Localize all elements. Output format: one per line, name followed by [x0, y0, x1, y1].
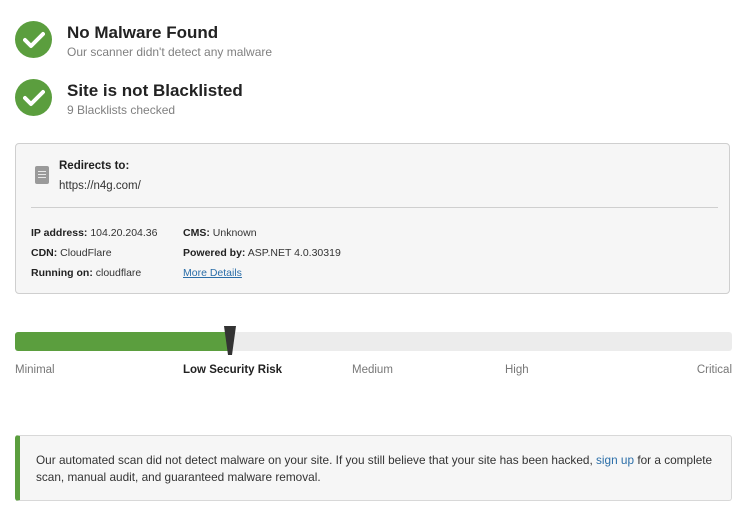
- site-info-panel: Redirects to: https://n4g.com/ IP addres…: [15, 143, 730, 294]
- sign-up-link[interactable]: sign up: [596, 453, 634, 467]
- cms-value: Unknown: [212, 227, 257, 239]
- cms-row: CMS: Unknown: [183, 226, 341, 246]
- malware-status: No Malware Found Our scanner didn't dete…: [15, 21, 272, 60]
- risk-label-low: Low Security Risk: [183, 364, 283, 376]
- info-column-left: IP address: 104.20.204.36 CDN: CloudFlar…: [31, 226, 158, 286]
- risk-meter-fill: [15, 332, 230, 351]
- risk-label-medium: Medium: [352, 364, 393, 376]
- scan-notice: Our automated scan did not detect malwar…: [15, 435, 732, 501]
- document-icon: [35, 166, 49, 184]
- powered-by-value: ASP.NET 4.0.30319: [247, 247, 341, 259]
- risk-label-high: High: [505, 364, 529, 376]
- ip-address-label: IP address:: [31, 227, 88, 239]
- divider: [31, 207, 718, 208]
- redirect-url: https://n4g.com/: [59, 180, 141, 192]
- cdn-value: CloudFlare: [60, 247, 112, 259]
- notice-text-before: Our automated scan did not detect malwar…: [36, 453, 597, 467]
- risk-marker-icon: [224, 326, 236, 355]
- powered-by-label: Powered by:: [183, 247, 246, 259]
- running-on-row: Running on: cloudflare: [31, 266, 158, 286]
- blacklist-status-title: Site is not Blacklisted: [67, 81, 243, 100]
- info-column-right: CMS: Unknown Powered by: ASP.NET 4.0.303…: [183, 226, 341, 286]
- ip-address-value: 104.20.204.36: [90, 227, 158, 239]
- risk-label-critical: Critical: [696, 364, 732, 376]
- cdn-row: CDN: CloudFlare: [31, 246, 158, 266]
- check-icon: [15, 79, 52, 116]
- redirect-info: Redirects to: https://n4g.com/: [35, 158, 141, 194]
- cdn-label: CDN:: [31, 247, 58, 259]
- powered-by-row: Powered by: ASP.NET 4.0.30319: [183, 246, 341, 266]
- check-icon: [15, 21, 52, 58]
- redirect-label: Redirects to:: [59, 160, 130, 172]
- more-details-link[interactable]: More Details: [183, 267, 242, 279]
- risk-meter-track: [15, 332, 732, 351]
- blacklist-status: Site is not Blacklisted 9 Blacklists che…: [15, 79, 243, 118]
- cms-label: CMS:: [183, 227, 210, 239]
- ip-address-row: IP address: 104.20.204.36: [31, 226, 158, 246]
- malware-status-subtitle: Our scanner didn't detect any malware: [67, 45, 273, 59]
- running-on-label: Running on:: [31, 267, 93, 279]
- blacklist-status-subtitle: 9 Blacklists checked: [67, 103, 176, 117]
- running-on-value: cloudflare: [95, 267, 142, 279]
- risk-label-minimal: Minimal: [15, 364, 55, 376]
- malware-status-title: No Malware Found: [67, 23, 219, 42]
